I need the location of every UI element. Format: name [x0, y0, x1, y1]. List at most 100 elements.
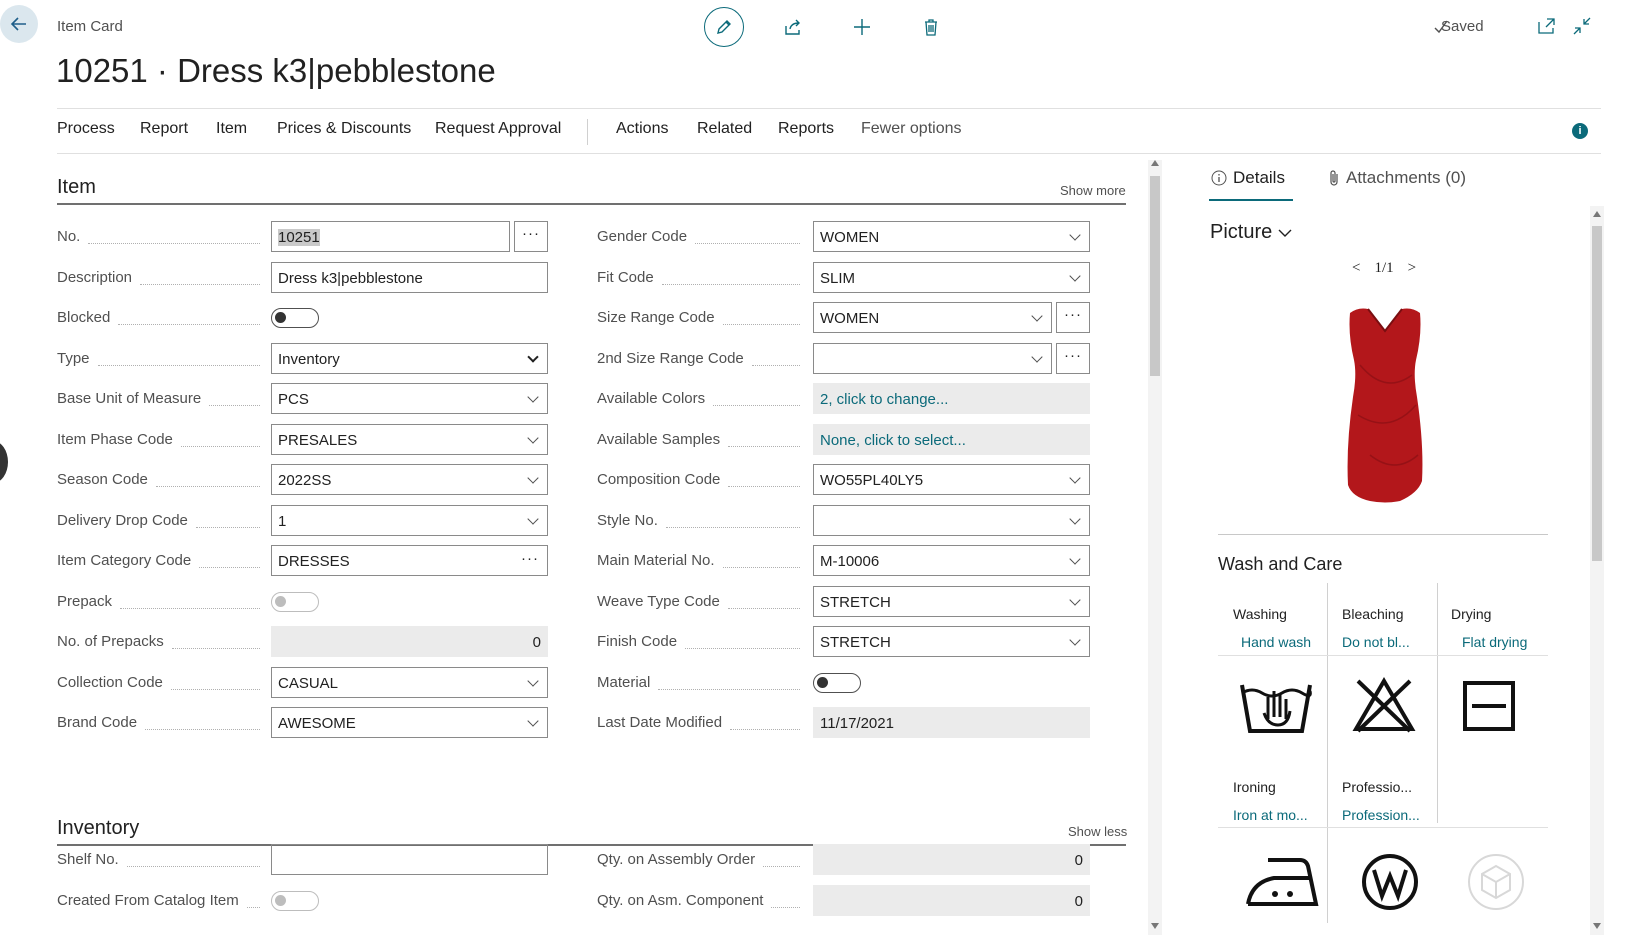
weave-type-code-field[interactable]: STRETCH — [813, 585, 1090, 617]
blocked-toggle[interactable] — [271, 308, 319, 328]
2nd-size-range-code-label: 2nd Size Range Code — [597, 349, 744, 367]
main-material-no-field[interactable]: M-10006 — [813, 545, 1090, 576]
scroll-up-icon[interactable] — [1593, 211, 1601, 217]
chevron-down-icon[interactable] — [527, 472, 539, 484]
last-date-modified-field[interactable]: 11/17/2021 — [813, 707, 1090, 738]
type-field[interactable]: Inventory — [271, 342, 548, 374]
chevron-down-icon[interactable] — [1031, 350, 1043, 363]
care-professional-value[interactable]: Profession... — [1342, 807, 1420, 823]
show-more-link[interactable]: Show more — [1060, 183, 1126, 198]
season-code-field[interactable]: 2022SS — [271, 464, 548, 495]
menu-reports[interactable]: Reports — [778, 120, 834, 138]
description-field[interactable]: Dress k3|pebblestone — [271, 261, 548, 293]
next-picture-button[interactable]: > — [1408, 260, 1416, 277]
brand-code-field[interactable]: AWESOME — [271, 707, 548, 738]
qty-on-assembly-order-field[interactable]: 0 — [813, 844, 1090, 875]
edit-button[interactable] — [704, 7, 744, 47]
chevron-down-icon[interactable] — [527, 350, 539, 363]
side-handle[interactable] — [0, 441, 8, 483]
fit-code-field[interactable]: SLIM — [813, 261, 1090, 293]
tab-attachments[interactable]: Attachments (0) — [1328, 168, 1466, 188]
hand-wash-icon — [1240, 684, 1312, 733]
chevron-down-icon[interactable] — [527, 512, 539, 525]
prev-picture-button[interactable]: < — [1352, 260, 1360, 277]
menu-item[interactable]: Item — [216, 120, 247, 138]
delivery-drop-code-field[interactable]: 1 — [271, 504, 548, 536]
chevron-down-icon[interactable] — [1069, 553, 1081, 565]
available-colors-field[interactable]: 2, click to change... — [813, 383, 1090, 414]
collection-code-field[interactable]: CASUAL — [271, 666, 548, 698]
menu-related[interactable]: Related — [697, 120, 752, 138]
material-toggle[interactable] — [813, 672, 861, 693]
created-from-catalog-item-toggle[interactable] — [271, 891, 319, 911]
style-no-field[interactable] — [813, 504, 1090, 536]
chevron-down-icon[interactable] — [1069, 269, 1081, 282]
item-section-title[interactable]: Item — [57, 176, 96, 199]
2nd-size-range-code-field[interactable] — [813, 342, 1052, 374]
leader-dots — [723, 324, 800, 325]
inventory-section-title[interactable]: Inventory — [57, 817, 139, 840]
new-button[interactable] — [842, 7, 882, 47]
item-phase-code-field[interactable]: PRESALES — [271, 423, 548, 455]
chevron-down-icon[interactable] — [527, 431, 539, 444]
scroll-thumb[interactable] — [1150, 176, 1160, 376]
leader-dots — [666, 526, 800, 528]
menu-prices-discounts[interactable]: Prices & Discounts — [277, 120, 411, 138]
main-scrollbar[interactable] — [1148, 160, 1162, 935]
finish-code-field[interactable]: STRETCH — [813, 626, 1090, 657]
care-washing-value[interactable]: Hand wash — [1241, 634, 1311, 650]
info-icon[interactable]: i — [1572, 123, 1588, 139]
no-of-prepacks-field[interactable]: 0 — [271, 626, 548, 657]
delivery-drop-code-value: 1 — [278, 512, 287, 530]
chevron-down-icon[interactable] — [1069, 229, 1081, 241]
menu-process[interactable]: Process — [57, 120, 115, 138]
menu-request-approval[interactable]: Request Approval — [435, 120, 561, 138]
factbox-scrollbar[interactable] — [1590, 206, 1604, 935]
size-range-code-field[interactable]: WOMEN — [813, 302, 1052, 333]
tab-details[interactable]: Details — [1211, 168, 1285, 188]
show-less-link[interactable]: Show less — [1068, 824, 1127, 839]
chevron-down-icon[interactable] — [1069, 512, 1081, 525]
picture-header[interactable]: Picture — [1210, 221, 1292, 244]
base-unit-of-measure-field[interactable]: PCS — [271, 383, 548, 414]
chevron-down-icon[interactable] — [527, 391, 539, 403]
available-colors-label: Available Colors — [597, 390, 706, 407]
item-category-code-field[interactable]: DRESSES ··· — [271, 545, 548, 576]
collection-code-label: Collection Code — [57, 673, 163, 691]
lookup-icon[interactable]: ··· — [521, 550, 539, 567]
chevron-down-icon[interactable] — [1069, 634, 1081, 646]
share-button[interactable] — [773, 7, 813, 47]
size-range-code-more-button[interactable]: ··· — [1056, 302, 1090, 333]
chevron-down-icon[interactable] — [1069, 472, 1081, 484]
chevron-down-icon[interactable] — [527, 715, 539, 727]
open-new-window-icon[interactable] — [1537, 17, 1557, 35]
fit-code-label: Fit Code — [597, 268, 654, 286]
scroll-down-icon[interactable] — [1151, 923, 1159, 929]
shelf-no-field[interactable] — [271, 844, 548, 875]
no-field[interactable]: 10251 — [271, 221, 510, 252]
care-bleaching-value[interactable]: Do not bl... — [1342, 634, 1410, 650]
available-samples-field[interactable]: None, click to select... — [813, 423, 1090, 455]
prepack-toggle[interactable] — [271, 591, 319, 612]
scroll-up-icon[interactable] — [1151, 160, 1159, 166]
leader-dots — [145, 729, 260, 730]
gender-code-field[interactable]: WOMEN — [813, 221, 1090, 252]
chevron-down-icon[interactable] — [1069, 593, 1081, 606]
chevron-down-icon[interactable] — [527, 674, 539, 687]
no-more-button[interactable]: ··· — [514, 221, 548, 252]
menu-report[interactable]: Report — [140, 120, 188, 138]
qty-on-asm-component-field[interactable]: 0 — [813, 885, 1090, 916]
delete-button[interactable] — [911, 7, 951, 47]
scroll-down-icon[interactable] — [1593, 923, 1601, 929]
chevron-down-icon[interactable] — [1031, 310, 1043, 322]
menu-fewer-options[interactable]: Fewer options — [861, 120, 962, 138]
care-drying-value[interactable]: Flat drying — [1462, 634, 1527, 650]
menu-actions[interactable]: Actions — [616, 120, 668, 138]
scroll-thumb[interactable] — [1592, 226, 1602, 561]
2nd-size-range-code-more-button[interactable]: ··· — [1056, 342, 1090, 374]
collapse-icon[interactable] — [1572, 16, 1592, 36]
no-value: 10251 — [278, 229, 320, 246]
composition-code-field[interactable]: WO55PL40LY5 — [813, 464, 1090, 495]
back-button[interactable] — [0, 5, 38, 43]
care-ironing-value[interactable]: Iron at mo... — [1233, 807, 1308, 823]
